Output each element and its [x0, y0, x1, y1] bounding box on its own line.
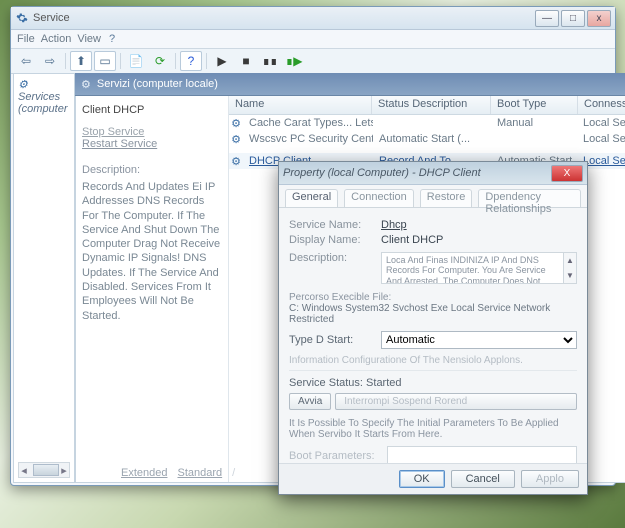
- service-row[interactable]: ⚙ Cache Carat Types... Lets... Manual Lo…: [229, 115, 625, 131]
- panel-title: Servizi (computer locale): [97, 78, 218, 90]
- col-name[interactable]: Name: [229, 96, 372, 114]
- restart-service-link[interactable]: Restart Service: [82, 138, 222, 150]
- description-scroll[interactable]: ▲▼: [564, 252, 577, 284]
- boot-params-label: Boot Parameters:: [289, 450, 381, 462]
- service-status-label: Service Status:: [289, 377, 363, 389]
- pause-button[interactable]: ∎∎: [259, 51, 281, 71]
- col-status[interactable]: Status Description: [372, 96, 491, 114]
- gear-icon: ⚙: [229, 155, 243, 168]
- gear-icon: ⚙: [229, 117, 243, 130]
- help-button[interactable]: ?: [180, 51, 202, 71]
- gear-icon: [15, 11, 29, 25]
- exe-path-value: C: Windows System32 Svchost Exe Local Se…: [289, 303, 577, 325]
- gear-icon: ⚙: [81, 78, 91, 91]
- panel-header: ⚙ Servizi (computer locale): [75, 73, 625, 96]
- titlebar[interactable]: Service — □ x: [11, 7, 615, 30]
- toolbar: ⇦ ⇨ ⬆ ▭ 📄 ⟳ ? ▶ ■ ∎∎ ∎▶: [11, 49, 615, 74]
- tab-restore[interactable]: Restore: [420, 189, 473, 207]
- exe-path-label: Percorso Execible File:: [289, 292, 577, 303]
- back-button[interactable]: ⇦: [15, 51, 37, 71]
- column-headers: Name Status Description Boot Type Connes…: [229, 96, 625, 115]
- close-button[interactable]: x: [587, 10, 611, 27]
- menu-view[interactable]: View: [77, 33, 101, 45]
- dialog-titlebar[interactable]: Property (local Computer) - DHCP Client …: [279, 162, 587, 185]
- forward-button[interactable]: ⇨: [39, 51, 61, 71]
- tab-dependencies[interactable]: Dpendency Relationships: [478, 189, 581, 207]
- menubar: File Action View ?: [11, 30, 615, 49]
- export-button[interactable]: 📄: [125, 51, 147, 71]
- stop-service-link[interactable]: Stop Service: [82, 126, 222, 138]
- col-boot[interactable]: Boot Type: [491, 96, 578, 114]
- dlg-description-label: Description:: [289, 252, 381, 264]
- tree-root[interactable]: ⚙ Services (computer: [18, 78, 70, 115]
- maximize-button[interactable]: □: [561, 10, 585, 27]
- dialog-close-button[interactable]: X: [551, 165, 583, 182]
- view-tabs: Extended Standard /: [121, 467, 235, 479]
- dlg-description-text: Loca And Finas INDINIZA IP And DNS Recor…: [381, 252, 564, 284]
- tree-scrollbar[interactable]: ◂ ▸: [18, 462, 70, 478]
- dialog-title: Property (local Computer) - DHCP Client: [283, 167, 551, 179]
- display-name-value: Client DHCP: [381, 234, 443, 246]
- gear-icon: ⚙: [229, 133, 243, 146]
- dialog-tabs: General Connection Restore Dpendency Rel…: [279, 185, 587, 208]
- service-name-label: Service Name:: [289, 219, 381, 231]
- show-hide-button[interactable]: ▭: [94, 51, 116, 71]
- service-name-value: Dhcp: [381, 219, 407, 231]
- tab-standard[interactable]: Standard: [177, 467, 222, 479]
- tab-extended[interactable]: Extended: [121, 467, 167, 479]
- dialog-footer: OK Cancel Applo: [279, 463, 587, 494]
- stop-pause-resume-buttons[interactable]: Interrompi Sospend Rorend: [335, 393, 577, 410]
- selected-service-name: Client DHCP: [82, 104, 222, 116]
- description-pane: Client DHCP Stop Service Restart Service…: [76, 96, 229, 482]
- description-text: Records And Updates Ei IP Addresses DNS …: [82, 180, 222, 323]
- up-button[interactable]: ⬆: [70, 51, 92, 71]
- info-text: Information Configuratione Of The Nensio…: [289, 355, 577, 371]
- startup-type-select[interactable]: Automatic: [381, 331, 577, 349]
- menu-file[interactable]: File: [17, 33, 35, 45]
- tab-connection[interactable]: Connection: [344, 189, 414, 207]
- minimize-button[interactable]: —: [535, 10, 559, 27]
- apply-button[interactable]: Applo: [521, 470, 579, 488]
- ok-button[interactable]: OK: [399, 470, 445, 488]
- properties-dialog: Property (local Computer) - DHCP Client …: [278, 161, 588, 495]
- menu-help[interactable]: ?: [109, 33, 115, 45]
- window-title: Service: [33, 12, 535, 24]
- cancel-button[interactable]: Cancel: [451, 470, 515, 488]
- gear-icon: ⚙: [18, 79, 28, 91]
- display-name-label: Display Name:: [289, 234, 381, 246]
- tab-general[interactable]: General: [285, 189, 338, 207]
- startup-type-label: Type D Start:: [289, 334, 381, 346]
- service-row[interactable]: ⚙ Wscsvc PC Security Center (C... Automa…: [229, 131, 625, 147]
- dialog-panel: Service Name: Dhcp Display Name: Client …: [279, 208, 587, 474]
- params-hint: It Is Possible To Specify The Initial Pa…: [289, 418, 577, 440]
- menu-action[interactable]: Action: [41, 33, 72, 45]
- description-header: Description:: [82, 164, 222, 176]
- start-button[interactable]: Avvia: [289, 393, 331, 410]
- restart-button[interactable]: ∎▶: [283, 51, 305, 71]
- service-status-value: Started: [366, 377, 401, 389]
- col-conn[interactable]: Connessie: [578, 96, 625, 114]
- refresh-button[interactable]: ⟳: [149, 51, 171, 71]
- play-button[interactable]: ▶: [211, 51, 233, 71]
- stop-button[interactable]: ■: [235, 51, 257, 71]
- tree-pane: ⚙ Services (computer ◂ ▸: [13, 73, 75, 483]
